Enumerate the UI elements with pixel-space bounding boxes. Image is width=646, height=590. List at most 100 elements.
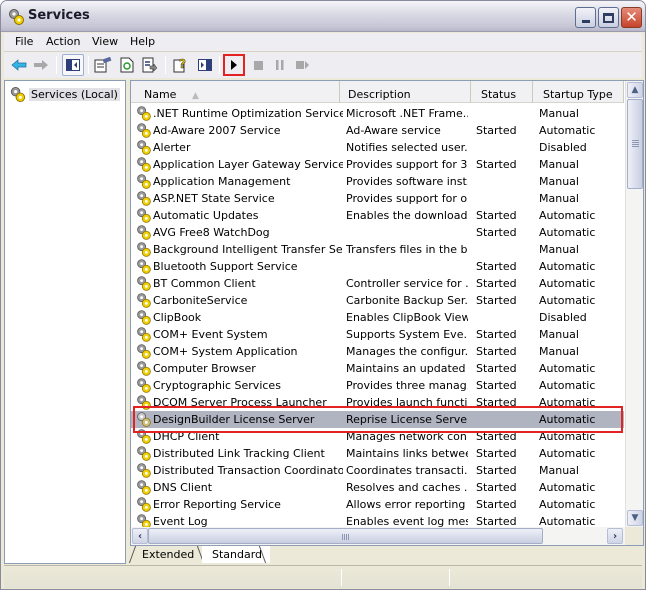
pause-icon xyxy=(276,60,284,70)
column-header-startup-type[interactable]: Startup Type xyxy=(533,81,624,103)
table-row[interactable]: Automatic Updates Enables the download...… xyxy=(131,207,624,224)
vertical-scrollbar[interactable]: ▲ ▼ xyxy=(625,81,643,527)
service-gear-icon xyxy=(137,259,151,274)
grip-icon xyxy=(632,146,639,147)
service-gear-icon xyxy=(137,463,151,478)
title-bar[interactable]: Services ✕ xyxy=(1,1,645,32)
table-row[interactable]: Error Reporting Service Allows error repo… xyxy=(131,496,624,513)
vertical-scroll-thumb[interactable] xyxy=(627,99,643,189)
menu-view[interactable]: View xyxy=(92,35,118,48)
menu-action[interactable]: Action xyxy=(46,35,80,48)
refresh-icon xyxy=(120,57,134,73)
scroll-right-button[interactable]: › xyxy=(607,528,623,544)
table-row[interactable]: ASP.NET State Service Provides support fo… xyxy=(131,190,624,207)
horizontal-scrollbar[interactable]: ‹ › xyxy=(131,527,625,545)
horizontal-scroll-thumb[interactable] xyxy=(148,528,543,544)
maximize-button[interactable] xyxy=(598,7,619,28)
minimize-button[interactable] xyxy=(575,7,596,28)
service-status: Started xyxy=(476,260,517,273)
table-row[interactable]: Computer Browser Maintains an updated ...… xyxy=(131,360,624,377)
stop-service-button[interactable] xyxy=(247,54,269,76)
service-startup-type: Manual xyxy=(539,243,579,256)
play-icon xyxy=(231,60,237,70)
menu-help[interactable]: Help xyxy=(130,35,155,48)
scroll-left-button[interactable]: ‹ xyxy=(132,528,148,544)
close-button[interactable]: ✕ xyxy=(621,7,642,28)
column-header-name[interactable]: Name ▲ xyxy=(131,81,340,103)
pause-service-button[interactable] xyxy=(269,54,291,76)
back-button[interactable] xyxy=(8,54,30,76)
table-row[interactable]: Cryptographic Services Provides three man… xyxy=(131,377,624,394)
show-hide-console-tree-button[interactable] xyxy=(62,54,84,76)
service-gear-icon xyxy=(137,344,151,359)
service-name: COM+ Event System xyxy=(153,328,268,341)
table-row[interactable]: DCOM Server Process Launcher Provides lau… xyxy=(131,394,624,411)
scroll-up-button[interactable]: ▲ xyxy=(627,82,643,98)
restart-icon xyxy=(296,61,309,69)
refresh-button[interactable] xyxy=(116,54,138,76)
toolbar-separator xyxy=(56,56,57,74)
service-name: .NET Runtime Optimization Service ... xyxy=(153,107,343,120)
forward-button[interactable] xyxy=(30,54,52,76)
service-gear-icon xyxy=(137,327,151,342)
grip-icon xyxy=(344,534,345,540)
column-header-description[interactable]: Description xyxy=(340,81,471,103)
service-gear-icon xyxy=(137,412,151,427)
table-row-selected[interactable]: DesignBuilder License Server Reprise Lice… xyxy=(131,411,624,428)
service-description: Allows error reporting ... xyxy=(346,498,468,511)
service-name: Computer Browser xyxy=(153,362,256,375)
grip-icon xyxy=(632,140,639,141)
service-startup-type: Automatic xyxy=(539,362,596,375)
table-row[interactable]: Application Layer Gateway Service Provide… xyxy=(131,156,624,173)
service-startup-type: Automatic xyxy=(539,124,596,137)
table-row[interactable]: .NET Runtime Optimization Service ... Mic… xyxy=(131,105,624,122)
properties-button[interactable] xyxy=(92,54,114,76)
table-row[interactable]: COM+ System Application Manages the confi… xyxy=(131,343,624,360)
service-name: BT Common Client xyxy=(153,277,256,290)
service-name: Error Reporting Service xyxy=(153,498,281,511)
table-row[interactable]: COM+ Event System Supports System Eve... S… xyxy=(131,326,624,343)
help-button[interactable]: ? xyxy=(170,54,192,76)
tree-item-services-local[interactable]: Services (Local) xyxy=(9,86,120,103)
restart-service-button[interactable] xyxy=(292,54,314,76)
menu-file[interactable]: File xyxy=(15,35,33,48)
service-status: Started xyxy=(476,464,517,477)
table-row[interactable]: Background Intelligent Transfer Ser... Tr… xyxy=(131,241,624,258)
service-description: Enables the download... xyxy=(346,209,468,222)
table-row[interactable]: DHCP Client Manages network con... Started… xyxy=(131,428,624,445)
show-hide-action-pane-button[interactable] xyxy=(194,54,216,76)
service-startup-type: Manual xyxy=(539,107,579,120)
table-row[interactable]: Bluetooth Support Service Started Automati… xyxy=(131,258,624,275)
table-row[interactable]: BT Common Client Controller service for .… xyxy=(131,275,624,292)
service-status: Started xyxy=(476,430,517,443)
service-status: Started xyxy=(476,447,517,460)
table-row[interactable]: Distributed Link Tracking Client Maintain… xyxy=(131,445,624,462)
table-row[interactable]: Ad-Aware 2007 Service Ad-Aware service Sta… xyxy=(131,122,624,139)
table-row[interactable]: AVG Free8 WatchDog Started Automatic xyxy=(131,224,624,241)
tab-extended[interactable]: Extended xyxy=(132,546,202,563)
service-description: Provides launch functi... xyxy=(346,396,468,409)
table-row[interactable]: Alerter Notifies selected user... Disabled xyxy=(131,139,624,156)
table-row[interactable]: ClipBook Enables ClipBook View... Disabled xyxy=(131,309,624,326)
table-row[interactable]: CarboniteService Carbonite Backup Ser... S… xyxy=(131,292,624,309)
service-startup-type: Automatic xyxy=(539,277,596,290)
grip-icon xyxy=(348,534,349,540)
export-list-button[interactable] xyxy=(139,54,161,76)
service-status: Started xyxy=(476,226,517,239)
table-row[interactable]: Distributed Transaction Coordinator Coord… xyxy=(131,462,624,479)
start-service-button[interactable] xyxy=(223,54,245,76)
column-header-status[interactable]: Status xyxy=(471,81,533,103)
service-description: Ad-Aware service xyxy=(346,124,441,137)
help-icon: ? xyxy=(173,57,186,73)
service-name: AVG Free8 WatchDog xyxy=(153,226,270,239)
table-row[interactable]: Application Management Provides software … xyxy=(131,173,624,190)
service-name: DCOM Server Process Launcher xyxy=(153,396,327,409)
service-description: Manages the configur... xyxy=(346,345,468,358)
table-row[interactable]: DNS Client Resolves and caches ... Started… xyxy=(131,479,624,496)
service-description: Notifies selected user... xyxy=(346,141,468,154)
service-description: Reprise License Server xyxy=(346,413,468,426)
service-status: Started xyxy=(476,328,517,341)
scroll-down-button[interactable]: ▼ xyxy=(627,510,643,526)
chevron-right-icon: › xyxy=(612,530,618,542)
service-gear-icon xyxy=(137,446,151,461)
